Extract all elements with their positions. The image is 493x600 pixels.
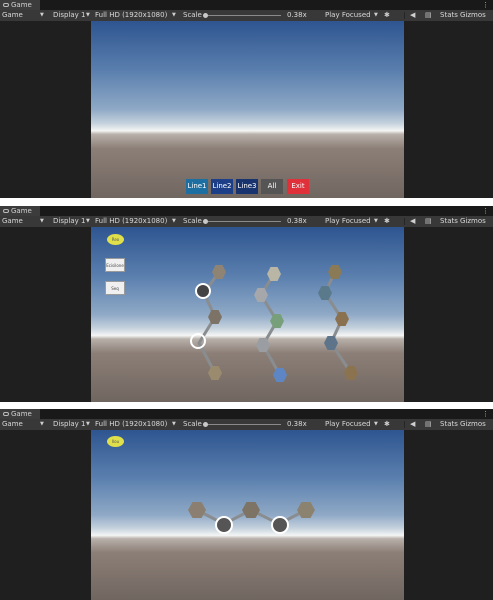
scale-value: 0.38x [287,420,307,428]
divider [404,421,405,428]
gamepad-icon [3,412,9,416]
scale-label: Scale [183,420,202,428]
chevron-down-icon: ▼ [374,12,378,18]
play-mode-dropdown[interactable]: Play Focused [325,216,371,227]
chevron-down-icon: ▼ [172,12,176,18]
game-tab[interactable]: Game [0,409,40,419]
gamepad-icon [3,3,9,7]
game-panel-1: Game ⋮ Game ▼ Display 1 ▼ Full HD (1920x… [0,0,493,198]
more-menu-icon[interactable]: ⋮ [482,206,489,216]
gamepad-icon [3,209,9,213]
chevron-down-icon: ▼ [86,218,90,224]
scale-slider-knob[interactable] [203,13,208,18]
scale-value: 0.38x [287,217,307,225]
token-paths [197,271,353,376]
more-menu-icon[interactable]: ⋮ [482,409,489,419]
stats-toggle[interactable]: Stats [440,10,458,21]
empty-slot-ring[interactable] [190,333,206,349]
chevron-down-icon: ▼ [374,218,378,224]
all-button[interactable]: All [261,179,283,194]
empty-slot-ring[interactable] [271,516,289,534]
chevron-down-icon: ▼ [40,218,44,224]
empty-slot-ring[interactable] [215,516,233,534]
gizmos-toggle[interactable]: Gizmos [460,419,486,430]
game-panel-2: Game ⋮ Game ▼ Display 1 ▼ Full HD (1920x… [0,206,493,402]
mute-audio-icon[interactable]: ◀ [410,10,415,21]
game-viewport[interactable]: Reo Ecisilone Seq [91,227,404,402]
game-view-dropdown[interactable]: Game [2,10,23,21]
chevron-down-icon: ▼ [40,421,44,427]
display-dropdown[interactable]: Display 1 [53,10,85,21]
line2-button[interactable]: Line2 [211,179,233,194]
game-toolbar: Game ▼ Display 1 ▼ Full HD (1920x1080) ▼… [0,10,493,21]
resolution-dropdown[interactable]: Full HD (1920x1080) [95,10,167,21]
bug-icon[interactable]: ✱ [384,419,390,430]
resolution-dropdown[interactable]: Full HD (1920x1080) [95,419,167,430]
scale-slider-knob[interactable] [203,219,208,224]
scale-slider-knob[interactable] [203,422,208,427]
mute-audio-icon[interactable]: ◀ [410,419,415,430]
scale-label: Scale [183,11,202,19]
game-panel-3: Game ⋮ Game ▼ Display 1 ▼ Full HD (1920x… [0,409,493,600]
scale-label: Scale [183,217,202,225]
mute-audio-icon[interactable]: ◀ [410,216,415,227]
game-viewport[interactable]: Line1 Line2 Line3 All Exit [91,21,404,198]
chevron-down-icon: ▼ [86,12,90,18]
empty-slot-ring[interactable] [195,283,211,299]
keyboard-shortcuts-icon[interactable]: ▤ [425,10,432,21]
chevron-down-icon: ▼ [374,421,378,427]
scale-slider[interactable] [205,424,281,425]
game-tab[interactable]: Game [0,0,40,10]
display-dropdown[interactable]: Display 1 [53,216,85,227]
gizmos-toggle[interactable]: Gizmos [460,10,486,21]
exit-button[interactable]: Exit [287,179,309,194]
game-toolbar: Game ▼ Display 1 ▼ Full HD (1920x1080) ▼… [0,216,493,227]
play-mode-dropdown[interactable]: Play Focused [325,10,371,21]
scale-value: 0.38x [287,11,307,19]
chevron-down-icon: ▼ [86,421,90,427]
play-mode-dropdown[interactable]: Play Focused [325,419,371,430]
keyboard-shortcuts-icon[interactable]: ▤ [425,216,432,227]
tab-bar: Game ⋮ [0,409,493,419]
resolution-dropdown[interactable]: Full HD (1920x1080) [95,216,167,227]
chevron-down-icon: ▼ [40,12,44,18]
game-view-dropdown[interactable]: Game [2,419,23,430]
bug-icon[interactable]: ✱ [384,10,390,21]
gizmos-toggle[interactable]: Gizmos [460,216,486,227]
stats-toggle[interactable]: Stats [440,216,458,227]
chevron-down-icon: ▼ [172,421,176,427]
scale-slider[interactable] [205,221,281,222]
game-tab[interactable]: Game [0,206,40,216]
scale-slider[interactable] [205,15,281,16]
line3-button[interactable]: Line3 [236,179,258,194]
chevron-down-icon: ▼ [172,218,176,224]
line1-button[interactable]: Line1 [186,179,208,194]
game-viewport[interactable]: Ilou [91,430,404,600]
display-dropdown[interactable]: Display 1 [53,419,85,430]
tab-bar: Game ⋮ [0,0,493,10]
divider [404,12,405,19]
bug-icon[interactable]: ✱ [384,216,390,227]
divider [404,218,405,225]
stats-toggle[interactable]: Stats [440,419,458,430]
game-toolbar: Game ▼ Display 1 ▼ Full HD (1920x1080) ▼… [0,419,493,430]
game-view-dropdown[interactable]: Game [2,216,23,227]
tab-bar: Game ⋮ [0,206,493,216]
keyboard-shortcuts-icon[interactable]: ▤ [425,419,432,430]
more-menu-icon[interactable]: ⋮ [482,0,489,10]
